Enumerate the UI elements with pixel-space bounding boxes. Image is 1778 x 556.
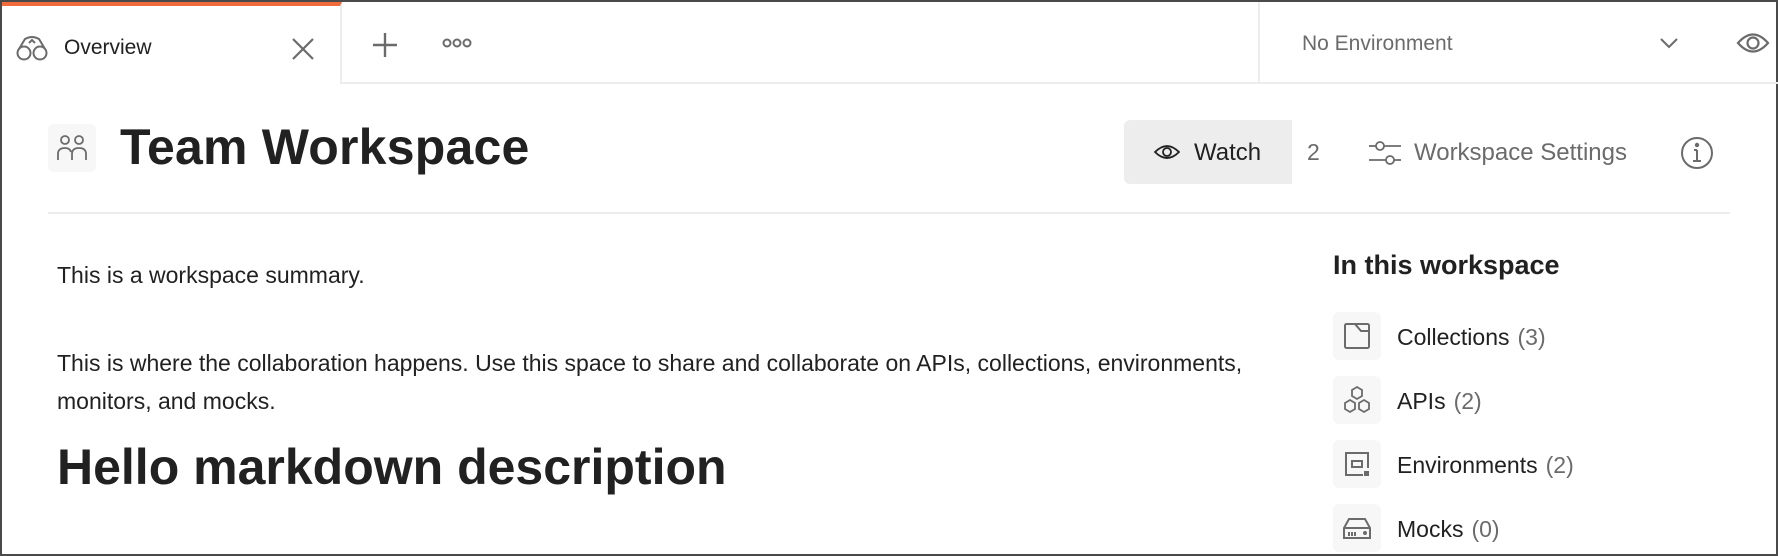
binoculars-icon: [16, 36, 48, 61]
close-icon[interactable]: [290, 36, 316, 62]
watch-label: Watch: [1194, 139, 1262, 166]
tab-bar: Overview No Environment: [2, 2, 1778, 84]
item-name: Environments: [1397, 452, 1538, 478]
description-heading: Hello markdown description: [57, 439, 727, 495]
item-count: (2): [1545, 452, 1574, 478]
header-divider: [48, 212, 1730, 214]
item-name: Mocks: [1397, 516, 1464, 542]
environment-selected-label: No Environment: [1302, 32, 1453, 55]
eye-icon: [1154, 145, 1180, 159]
environment-selector[interactable]: No Environment: [1260, 2, 1690, 82]
workspace-item-label: APIs (2): [1397, 388, 1482, 415]
workspace-item-label: Mocks (0): [1397, 516, 1500, 543]
item-name: APIs: [1397, 388, 1446, 414]
chevron-down-icon: [1660, 38, 1678, 49]
description-paragraph: This is where the collaboration happens.…: [57, 350, 1243, 414]
workspace-item-environments[interactable]: Environments (2): [1333, 440, 1733, 488]
tab-label: Overview: [64, 36, 152, 59]
description-summary: This is a workspace summary.: [57, 262, 365, 288]
info-icon[interactable]: [1680, 136, 1714, 170]
watcher-count[interactable]: 2: [1307, 139, 1320, 166]
watch-button[interactable]: Watch: [1124, 120, 1292, 184]
item-count: (3): [1517, 324, 1546, 350]
plus-icon[interactable]: [372, 32, 398, 58]
more-horizontal-icon[interactable]: [442, 36, 472, 50]
tabbar-divider: [342, 82, 1778, 84]
mock-server-icon: [1343, 518, 1371, 539]
item-name: Collections: [1397, 324, 1510, 350]
page-title: Team Workspace: [120, 119, 530, 175]
icon-box: [1333, 504, 1381, 552]
workspace-settings-label: Workspace Settings: [1414, 139, 1627, 166]
icon-box: [1333, 440, 1381, 488]
icon-box: [1333, 376, 1381, 424]
item-count: (0): [1471, 516, 1500, 542]
workspace-contents-title: In this workspace: [1333, 250, 1560, 280]
team-icon: [57, 135, 87, 160]
workspace-item-label: Collections (3): [1397, 324, 1546, 351]
collection-icon: [1344, 323, 1370, 349]
workspace-item-collections[interactable]: Collections (3): [1333, 312, 1733, 360]
sliders-icon: [1369, 141, 1401, 165]
environment-icon: [1345, 452, 1369, 476]
workspace-item-apis[interactable]: APIs (2): [1333, 376, 1733, 424]
workspace-avatar: [48, 124, 96, 172]
workspace-item-mocks[interactable]: Mocks (0): [1333, 504, 1733, 552]
api-icon: [1344, 385, 1370, 414]
workspace-item-label: Environments (2): [1397, 452, 1574, 479]
workspace-settings-button[interactable]: Workspace Settings: [1368, 126, 1648, 178]
item-count: (2): [1453, 388, 1482, 414]
tab-overview[interactable]: Overview: [2, 2, 342, 84]
icon-box: [1333, 312, 1381, 360]
eye-icon[interactable]: [1736, 30, 1770, 56]
